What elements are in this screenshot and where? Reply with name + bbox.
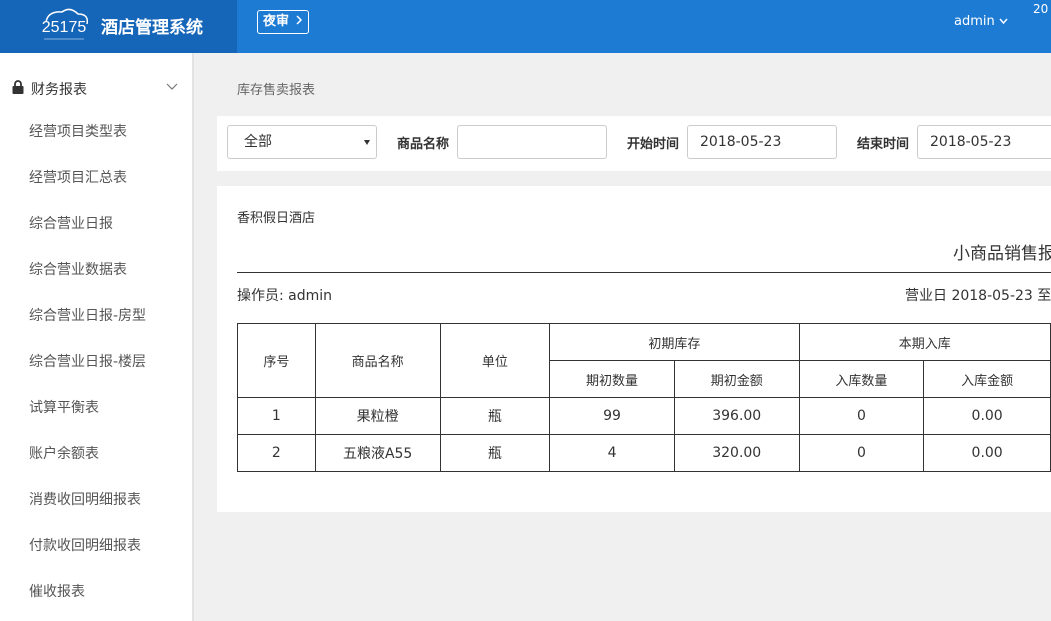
operator-text: 操作员: admin bbox=[237, 288, 333, 304]
sidebar-item[interactable]: 消费收回明细报表 bbox=[29, 488, 189, 512]
sidebar-item[interactable]: 经营项目汇总表 bbox=[29, 166, 189, 190]
hotel-name: 香积假日酒店 bbox=[237, 211, 316, 226]
sidebar-item[interactable]: 催收报表 bbox=[29, 580, 189, 604]
sidebar-group-finance[interactable]: 财务报表 bbox=[0, 75, 192, 103]
table-row: 2 五粮液A55 瓶 4 320.00 0 0.00 bbox=[237, 434, 1051, 472]
business-day-text: 营业日 2018-05-23 至 bbox=[905, 288, 1051, 304]
user-menu[interactable]: admin bbox=[954, 14, 1008, 29]
col-header-name: 商品名称 bbox=[314, 323, 441, 398]
cell-opening-amount: 320.00 bbox=[673, 434, 800, 472]
cell-seq: 1 bbox=[237, 397, 316, 435]
chevron-down-icon bbox=[999, 18, 1008, 25]
end-time-label: 结束时间 bbox=[857, 137, 910, 152]
chevron-right-icon bbox=[296, 15, 302, 25]
col-header-seq: 序号 bbox=[237, 323, 316, 398]
cell-opening-qty: 4 bbox=[549, 434, 675, 472]
sidebar-item[interactable]: 综合营业数据表 bbox=[29, 258, 189, 282]
sidebar-item[interactable]: 账户余额表 bbox=[29, 442, 189, 466]
lock-icon bbox=[12, 80, 24, 94]
col-header-opening-amount: 期初金额 bbox=[673, 360, 800, 398]
app-title: 酒店管理系统 bbox=[101, 18, 203, 38]
cell-name: 果粒橙 bbox=[314, 397, 441, 435]
sidebar-item[interactable]: 试算平衡表 bbox=[29, 396, 189, 420]
report-table: 序号 商品名称 单位 初期库存 本期入库 期初数量 期初金额 入库数量 入库金额… bbox=[237, 323, 1051, 472]
logo-icon: 25175 bbox=[42, 8, 89, 40]
top-header: 25175 酒店管理系统 夜审 admin 20 bbox=[0, 0, 1051, 53]
cell-unit: 瓶 bbox=[439, 397, 551, 435]
sidebar-item[interactable]: 综合营业日报 bbox=[29, 212, 189, 236]
cell-unit: 瓶 bbox=[439, 434, 551, 472]
cell-inbound-qty: 0 bbox=[798, 434, 925, 472]
sidebar-group-label: 财务报表 bbox=[31, 82, 87, 98]
night-audit-label: 夜审 bbox=[263, 14, 290, 29]
cell-inbound-amount: 0.00 bbox=[923, 434, 1051, 472]
filter-bar: 全部 商品名称 开始时间 2018-05-23 结束时间 2018-05-23 bbox=[217, 116, 1051, 171]
sidebar-item[interactable]: 综合营业日报-房型 bbox=[29, 304, 189, 328]
user-name: admin bbox=[954, 14, 995, 29]
col-header-opening-qty: 期初数量 bbox=[549, 360, 675, 398]
cell-opening-qty: 99 bbox=[549, 397, 675, 435]
cell-name: 五粮液A55 bbox=[314, 434, 441, 472]
report-title: 小商品销售报 bbox=[953, 244, 1051, 264]
caret-down-icon bbox=[364, 140, 370, 145]
product-name-input[interactable] bbox=[457, 125, 607, 159]
cell-opening-amount: 396.00 bbox=[673, 397, 800, 435]
night-audit-button[interactable]: 夜审 bbox=[257, 10, 309, 34]
start-time-label: 开始时间 bbox=[627, 137, 680, 152]
breadcrumb: 库存售卖报表 bbox=[237, 83, 316, 98]
product-name-label: 商品名称 bbox=[397, 137, 450, 152]
logo-text: 25175 bbox=[42, 19, 87, 36]
header-date-fragment: 20 bbox=[1033, 2, 1049, 16]
col-header-inbound-qty: 入库数量 bbox=[798, 360, 925, 398]
sidebar-item[interactable]: 综合营业日报-楼层 bbox=[29, 350, 189, 374]
col-group-opening: 初期库存 bbox=[549, 323, 800, 361]
table-row: 1 果粒橙 瓶 99 396.00 0 0.00 bbox=[237, 397, 1051, 435]
col-header-inbound-amount: 入库金额 bbox=[923, 360, 1051, 398]
col-header-unit: 单位 bbox=[439, 323, 551, 398]
sidebar-item[interactable]: 付款收回明细报表 bbox=[29, 534, 189, 558]
cell-seq: 2 bbox=[237, 434, 316, 472]
sidebar-item[interactable]: 经营项目类型表 bbox=[29, 120, 189, 144]
cell-inbound-qty: 0 bbox=[798, 397, 925, 435]
report-panel: 香积假日酒店 小商品销售报 操作员: admin 营业日 2018-05-23 … bbox=[217, 186, 1051, 512]
report-divider bbox=[237, 272, 1051, 273]
category-select[interactable]: 全部 bbox=[227, 125, 377, 159]
chevron-down-icon bbox=[166, 83, 178, 90]
cell-inbound-amount: 0.00 bbox=[923, 397, 1051, 435]
sidebar: 财务报表 经营项目类型表 经营项目汇总表 综合营业日报 综合营业数据表 综合营业… bbox=[0, 53, 194, 621]
start-date-input[interactable]: 2018-05-23 bbox=[687, 125, 837, 159]
category-select-value: 全部 bbox=[244, 134, 272, 150]
end-date-input[interactable]: 2018-05-23 bbox=[917, 125, 1051, 159]
brand-area: 25175 酒店管理系统 bbox=[0, 0, 237, 53]
col-group-inbound: 本期入库 bbox=[798, 323, 1051, 361]
